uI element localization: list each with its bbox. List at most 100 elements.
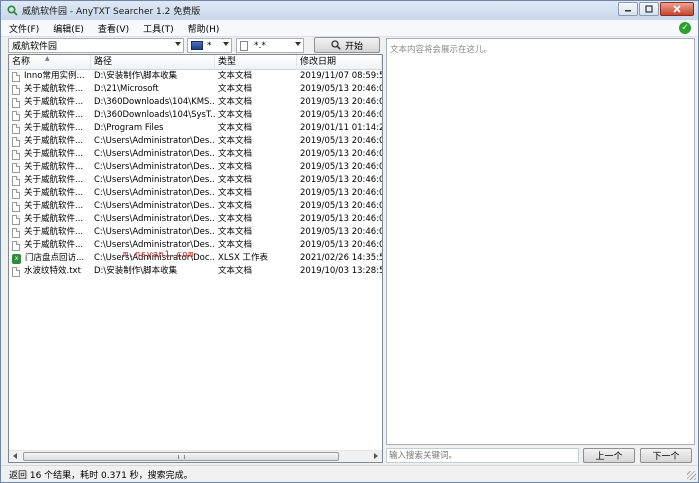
cell-type: 文本文档 xyxy=(218,123,253,133)
keyword-search-input[interactable] xyxy=(386,448,579,463)
location-combo[interactable]: 威航软件园 xyxy=(8,38,184,53)
status-bar: 返回 16 个结果，耗时 0.371 秒，搜索完成。 xyxy=(1,465,698,482)
scroll-right-icon[interactable] xyxy=(374,453,378,459)
document-icon xyxy=(12,201,20,212)
document-icon xyxy=(12,136,20,147)
table-row[interactable]: 关于威航软件... C:\Users\Administrator\Des... 文本… xyxy=(9,174,382,187)
cell-date: 2021/02/26 14:35:59 xyxy=(300,253,382,263)
cell-path: D:\安装制作\脚本收集 xyxy=(94,266,178,276)
cell-type: 文本文档 xyxy=(218,149,253,159)
minimize-button[interactable] xyxy=(618,2,638,16)
file-name: 门店盘点回访... xyxy=(25,253,85,263)
column-header-path[interactable]: 路径 xyxy=(91,55,215,70)
table-row[interactable]: 水波纹特效.txt D:\安装制作\脚本收集 文本文档 2019/10/03 13:2… xyxy=(9,265,382,278)
cell-date: 2019/05/13 20:46:06 xyxy=(300,175,382,185)
column-header-date[interactable]: 修改日期 xyxy=(297,55,382,70)
table-row[interactable]: 关于威航软件... C:\Users\Administrator\Des... 文本… xyxy=(9,200,382,213)
file-name: 关于威航软件... xyxy=(24,136,84,146)
document-icon xyxy=(12,149,20,160)
cell-type: 文本文档 xyxy=(218,240,253,250)
excel-icon: x xyxy=(12,253,21,264)
cell-path: C:\Users\Administrator\Des... xyxy=(94,188,215,198)
cell-type: 文本文档 xyxy=(218,188,253,198)
menu-help[interactable]: 帮助(H) xyxy=(181,22,227,35)
scroll-thumb[interactable] xyxy=(23,452,339,461)
document-icon xyxy=(12,188,20,199)
start-search-button[interactable]: 开始 xyxy=(314,37,380,53)
status-text: 返回 16 个结果，耗时 0.371 秒，搜索完成。 xyxy=(9,470,193,481)
next-match-button[interactable]: 下一个 xyxy=(640,448,692,463)
cell-name: 关于威航软件... xyxy=(9,200,91,213)
cell-date: 2019/05/13 20:46:06 xyxy=(300,201,382,211)
table-row[interactable]: 关于威航软件... C:\Users\Administrator\Des... 文本… xyxy=(9,161,382,174)
cell-type: 文本文档 xyxy=(218,162,253,172)
cell-path: D:\360Downloads\104\SysT... xyxy=(94,110,215,120)
cell-type: 文本文档 xyxy=(218,136,253,146)
cell-date: 2019/05/13 20:46:06 xyxy=(300,240,382,250)
table-row[interactable]: 关于威航软件... C:\Users\Administrator\Des... 文本… xyxy=(9,187,382,200)
table-row[interactable]: x 门店盘点回访... C:\Users\Administrator\Doc... X… xyxy=(9,252,382,265)
search-icon xyxy=(331,40,341,50)
table-row[interactable]: 关于威航软件... C:\Users\Administrator\Des... 文本… xyxy=(9,213,382,226)
cell-type: 文本文档 xyxy=(218,97,253,107)
close-button[interactable] xyxy=(660,2,694,16)
file-type-combo[interactable]: *.* xyxy=(236,38,304,53)
table-row[interactable]: 关于威航软件... C:\Users\Administrator\Des... 文本… xyxy=(9,148,382,161)
disk-icon xyxy=(191,41,203,50)
menu-tools[interactable]: 工具(T) xyxy=(136,22,181,35)
cell-date: 2019/05/13 20:46:06 xyxy=(300,188,382,198)
cell-name: 关于威航软件... xyxy=(9,239,91,252)
table-row[interactable]: 关于威航软件... C:\Users\Administrator\Des... 文本… xyxy=(9,239,382,252)
cell-type: 文本文档 xyxy=(218,84,253,94)
cell-date: 2019/05/13 20:46:06 xyxy=(300,162,382,172)
grip-icon xyxy=(178,455,185,459)
disk-combo[interactable]: * xyxy=(187,38,232,53)
file-name: 关于威航软件... xyxy=(24,123,84,133)
scroll-left-icon[interactable] xyxy=(13,453,17,459)
table-row[interactable]: 关于威航软件... D:\21\Microsoft 文本文档 2019/05/13 2… xyxy=(9,83,382,96)
file-name: 关于威航软件... xyxy=(24,149,84,159)
file-name: 关于威航软件... xyxy=(24,97,84,107)
table-row[interactable]: Inno常用实例... D:\安装制作\脚本收集 文本文档 2019/11/07 08… xyxy=(9,70,382,83)
document-icon xyxy=(12,123,20,134)
cell-type: 文本文档 xyxy=(218,71,253,81)
maximize-button[interactable] xyxy=(639,2,659,16)
results-list[interactable]: 名称 ▲ 路径 类型 修改日期 Inno常用实例... D:\安装制作\脚本收集文… xyxy=(8,54,383,463)
cell-path: D:\21\Microsoft xyxy=(94,84,159,94)
app-search-icon xyxy=(6,5,18,17)
document-icon xyxy=(12,71,20,82)
file-name: 水波纹特效.txt xyxy=(24,266,81,276)
cell-date: 2019/10/03 13:28:54 xyxy=(300,266,382,276)
window-title: 威航软件园 - AnyTXT Searcher 1.2 免费版 xyxy=(22,7,201,17)
column-header-name[interactable]: 名称 ▲ xyxy=(9,55,91,70)
menu-view[interactable]: 查看(V) xyxy=(91,22,136,35)
file-name: 关于威航软件... xyxy=(24,240,84,250)
table-row[interactable]: 关于威航软件... C:\Users\Administrator\Des... 文本… xyxy=(9,226,382,239)
cell-path: C:\Users\Administrator\Des... xyxy=(94,214,215,224)
column-header-type[interactable]: 类型 xyxy=(215,55,297,70)
cell-date: 2019/05/13 20:46:06 xyxy=(300,136,382,146)
close-icon xyxy=(673,5,681,13)
cell-type: 文本文档 xyxy=(218,201,253,211)
location-value: 威航软件园 xyxy=(12,42,58,52)
menu-file[interactable]: 文件(F) xyxy=(1,22,46,35)
menu-edit[interactable]: 编辑(E) xyxy=(46,22,91,35)
maximize-icon xyxy=(645,5,653,13)
table-row[interactable]: 关于威航软件... D:\360Downloads\104\KMS... 文本文档 2… xyxy=(9,96,382,109)
resize-grip-icon[interactable] xyxy=(687,471,696,480)
table-row[interactable]: 关于威航软件... D:\Program Files 文本文档 2019/01/11 … xyxy=(9,122,382,135)
preview-pane[interactable]: 文本内容将会展示在这儿。 xyxy=(386,38,695,445)
document-icon xyxy=(12,97,20,108)
cell-path: C:\Users\Administrator\Des... xyxy=(94,162,215,172)
file-name: 关于威航软件... xyxy=(24,110,84,120)
cell-name: 关于威航软件... xyxy=(9,161,91,174)
document-icon xyxy=(12,110,20,121)
horizontal-scrollbar[interactable] xyxy=(9,450,382,462)
results-rows: Inno常用实例... D:\安装制作\脚本收集 文本文档 2019/11/07 08… xyxy=(9,70,382,278)
table-row[interactable]: 关于威航软件... C:\Users\Administrator\Des... 文本… xyxy=(9,135,382,148)
cell-date: 2019/05/13 20:46:06 xyxy=(300,97,382,107)
table-row[interactable]: 关于威航软件... D:\360Downloads\104\SysT... 文本文档… xyxy=(9,109,382,122)
cell-date: 2019/01/11 01:14:21 xyxy=(300,123,382,133)
cell-date: 2019/05/13 20:46:06 xyxy=(300,110,382,120)
previous-match-button[interactable]: 上一个 xyxy=(583,448,635,463)
